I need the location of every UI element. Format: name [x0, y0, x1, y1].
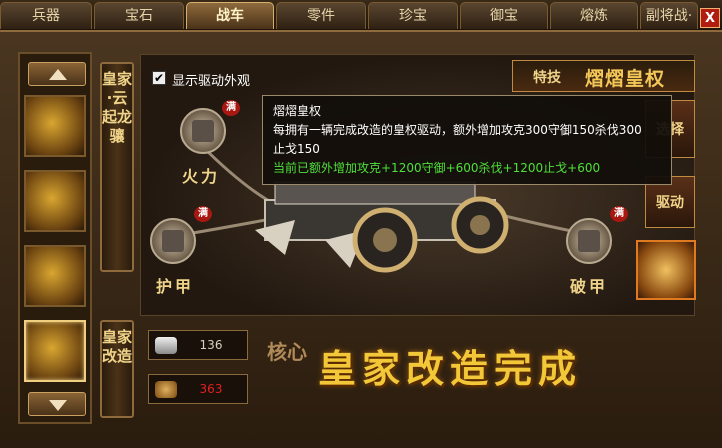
- chariot-name-banner: 皇家·云起龙骧: [100, 62, 134, 272]
- tooltip-title: 熠熠皇权: [273, 104, 322, 118]
- tab-parts[interactable]: 零件: [276, 2, 366, 29]
- tooltip-desc-line1: 每拥有一辆完成改造的皇权驱动，额外增加攻克300守御150杀伐300: [273, 123, 642, 137]
- breach-full-badge: 满: [610, 206, 628, 222]
- skill-header: 特技 熠熠皇权: [512, 60, 695, 92]
- arrow-down-icon: [49, 400, 67, 411]
- tab-smelting[interactable]: 熔炼: [550, 2, 638, 29]
- chariot-thumbnail-3[interactable]: [24, 245, 86, 307]
- firepower-slot[interactable]: [180, 108, 226, 154]
- armor-part-icon: [162, 230, 184, 252]
- check-icon: ✔: [153, 71, 165, 85]
- skill-tooltip: 熠熠皇权 每拥有一辆完成改造的皇权驱动，额外增加攻克300守御150杀伐300 …: [262, 95, 672, 185]
- tab-gems[interactable]: 宝石: [94, 2, 184, 29]
- gear-resource-value: 363: [199, 382, 223, 396]
- skill-name: 熠熠皇权: [585, 68, 666, 90]
- firepower-full-badge: 满: [222, 100, 240, 116]
- tab-chariot[interactable]: 战车: [186, 2, 274, 29]
- tab-weapons[interactable]: 兵器: [0, 2, 92, 29]
- core-label: 核心: [267, 340, 307, 364]
- show-appearance-checkbox[interactable]: ✔: [152, 71, 166, 85]
- tooltip-desc-line2: 止戈150: [273, 142, 320, 156]
- drive-item-icon[interactable]: [636, 240, 696, 300]
- upgrade-banner: 皇家改造: [100, 320, 134, 418]
- scroll-down-button[interactable]: [28, 392, 86, 416]
- firepower-part-icon: [192, 120, 214, 142]
- war-chariot-image: [255, 181, 509, 273]
- armor-slot[interactable]: [150, 218, 196, 264]
- skill-tag: 特技: [533, 70, 561, 86]
- close-icon: X: [704, 11, 716, 26]
- breach-part-icon: [578, 230, 600, 252]
- show-appearance-label: 显示驱动外观: [172, 74, 251, 89]
- gear-resource: 363: [148, 374, 248, 404]
- tab-bar: 兵器 宝石 战车 零件 珍宝 御宝 熔炼 副将战· X: [0, 0, 722, 30]
- tab-royal-treasure[interactable]: 御宝: [460, 2, 548, 29]
- silver-resource: 136: [148, 330, 248, 360]
- chariot-thumbnail-2[interactable]: [24, 170, 86, 232]
- armor-full-badge: 满: [194, 206, 212, 222]
- upgrade-complete-title: 皇家改造完成: [318, 346, 583, 391]
- chariot-thumbnail-1[interactable]: [24, 95, 86, 157]
- chariot-thumbnail-4[interactable]: [24, 320, 86, 382]
- arrow-up-icon: [49, 69, 67, 80]
- tooltip-current-bonus: 当前已额外增加攻克+1200守御+600杀伐+1200止戈+600: [273, 161, 601, 175]
- tab-treasures[interactable]: 珍宝: [368, 2, 458, 29]
- tab-deputy-general-battle[interactable]: 副将战·: [640, 2, 698, 29]
- armor-label: 护甲: [156, 277, 195, 296]
- firepower-label: 火力: [182, 167, 221, 186]
- gear-parts-icon: [155, 381, 177, 398]
- close-button[interactable]: X: [700, 8, 720, 28]
- breach-slot[interactable]: [566, 218, 612, 264]
- scroll-up-button[interactable]: [28, 62, 86, 86]
- breach-label: 破甲: [570, 277, 609, 296]
- silver-resource-value: 136: [199, 338, 223, 352]
- silver-ingot-icon: [155, 337, 177, 354]
